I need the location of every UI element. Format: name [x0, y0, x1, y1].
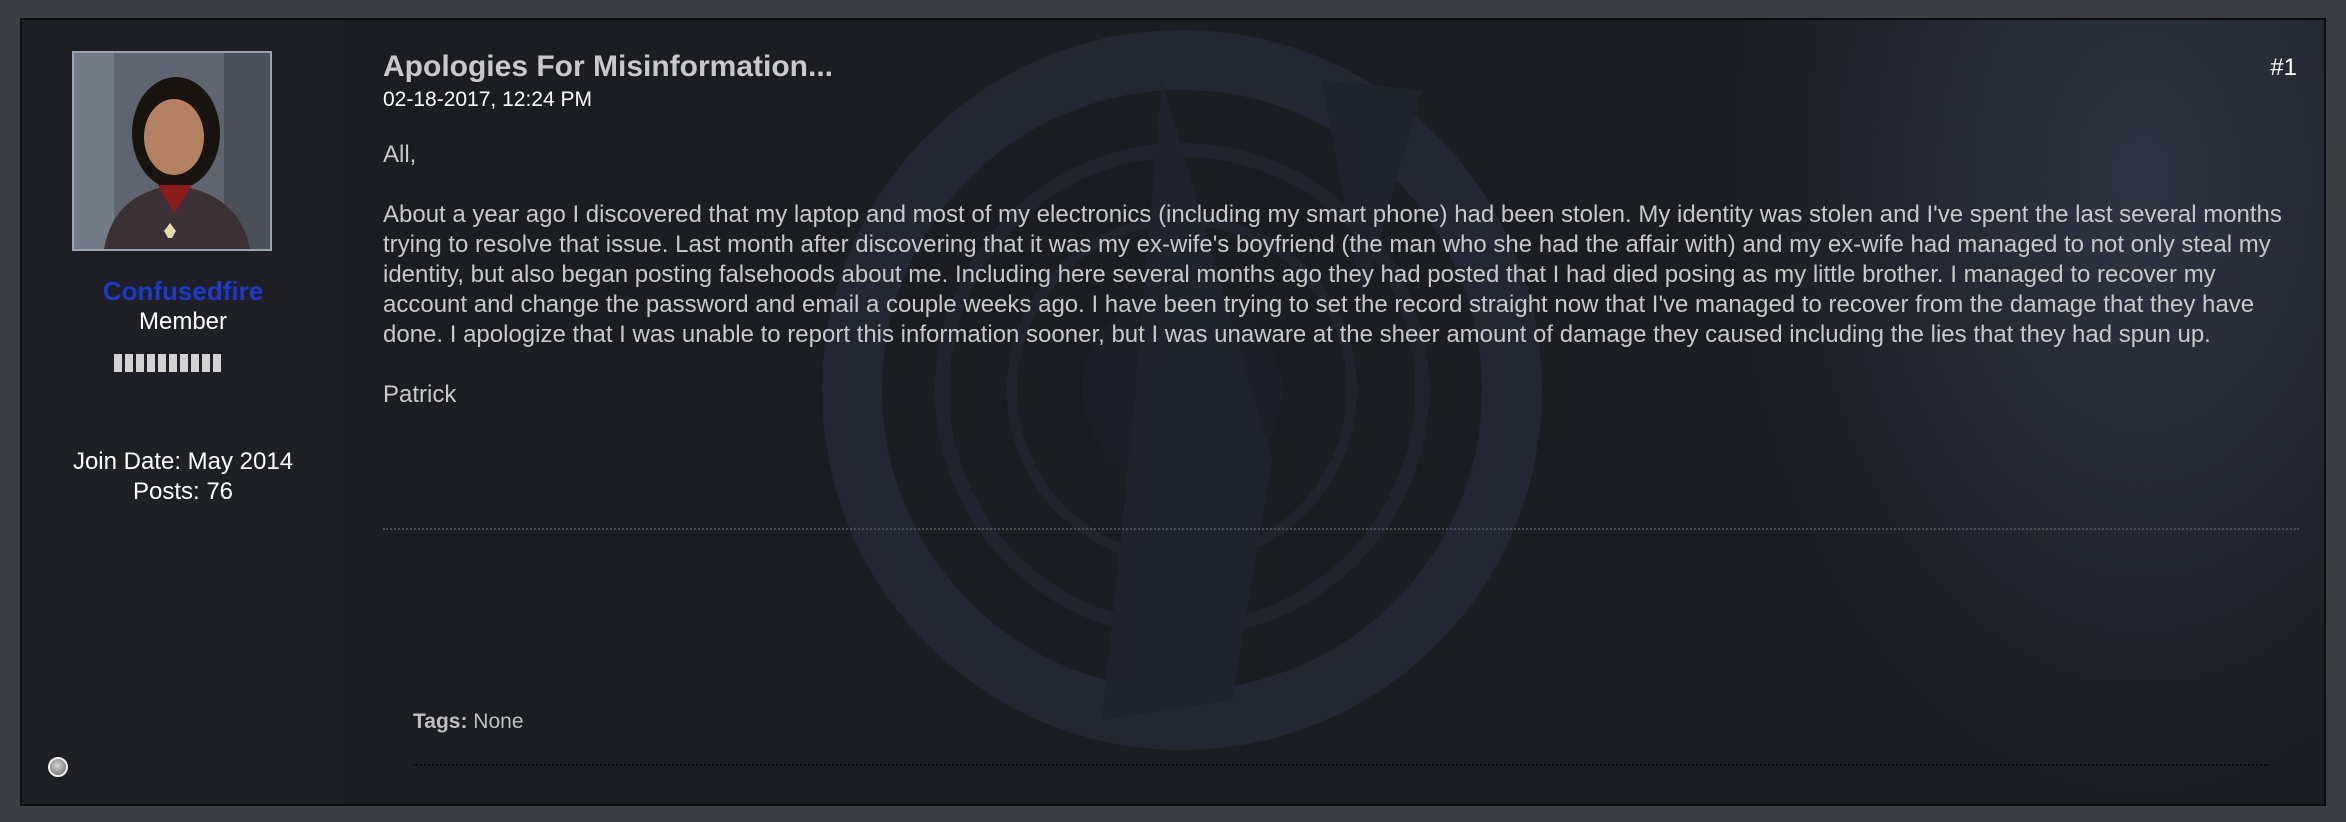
post-date: 02-18-2017, 12:24 PM: [383, 88, 592, 111]
user-info-panel: Confusedfire Member Join Date: May 2014 …: [22, 20, 344, 804]
content-divider: [383, 528, 2299, 530]
tags-label: Tags:: [413, 710, 468, 733]
reputation-pip: [191, 354, 199, 372]
avatar[interactable]: [72, 51, 272, 251]
forum-post: Confusedfire Member Join Date: May 2014 …: [20, 18, 2326, 806]
tags-value: None: [473, 710, 524, 733]
reputation-pip: [180, 354, 188, 372]
post-number-link[interactable]: #1: [2270, 54, 2297, 82]
avatar-portrait: [74, 53, 270, 249]
post-content: All, About a year ago I discovered that …: [383, 140, 2303, 440]
reputation-bar: [114, 354, 221, 372]
reputation-pip: [125, 354, 133, 372]
reputation-pip: [147, 354, 155, 372]
reputation-pip: [114, 354, 122, 372]
reputation-pip: [136, 354, 144, 372]
offline-status-icon: [48, 757, 68, 777]
user-title: Member: [138, 308, 228, 335]
join-date: Join Date: May 2014: [72, 448, 294, 475]
reputation-pip: [202, 354, 210, 372]
post-paragraph: All,: [383, 141, 417, 168]
tags-divider: [413, 764, 2269, 766]
reputation-pip: [213, 354, 221, 372]
post-count: Posts: 76: [132, 478, 234, 505]
reputation-pip: [158, 354, 166, 372]
post-tags: Tags: None: [413, 710, 524, 734]
reputation-pip: [169, 354, 177, 372]
post-paragraph: About a year ago I discovered that my la…: [383, 201, 2282, 348]
post-signature: Patrick: [383, 381, 457, 408]
post-title: Apologies For Misinformation...: [383, 50, 833, 83]
username-link[interactable]: Confusedfire: [22, 276, 344, 307]
